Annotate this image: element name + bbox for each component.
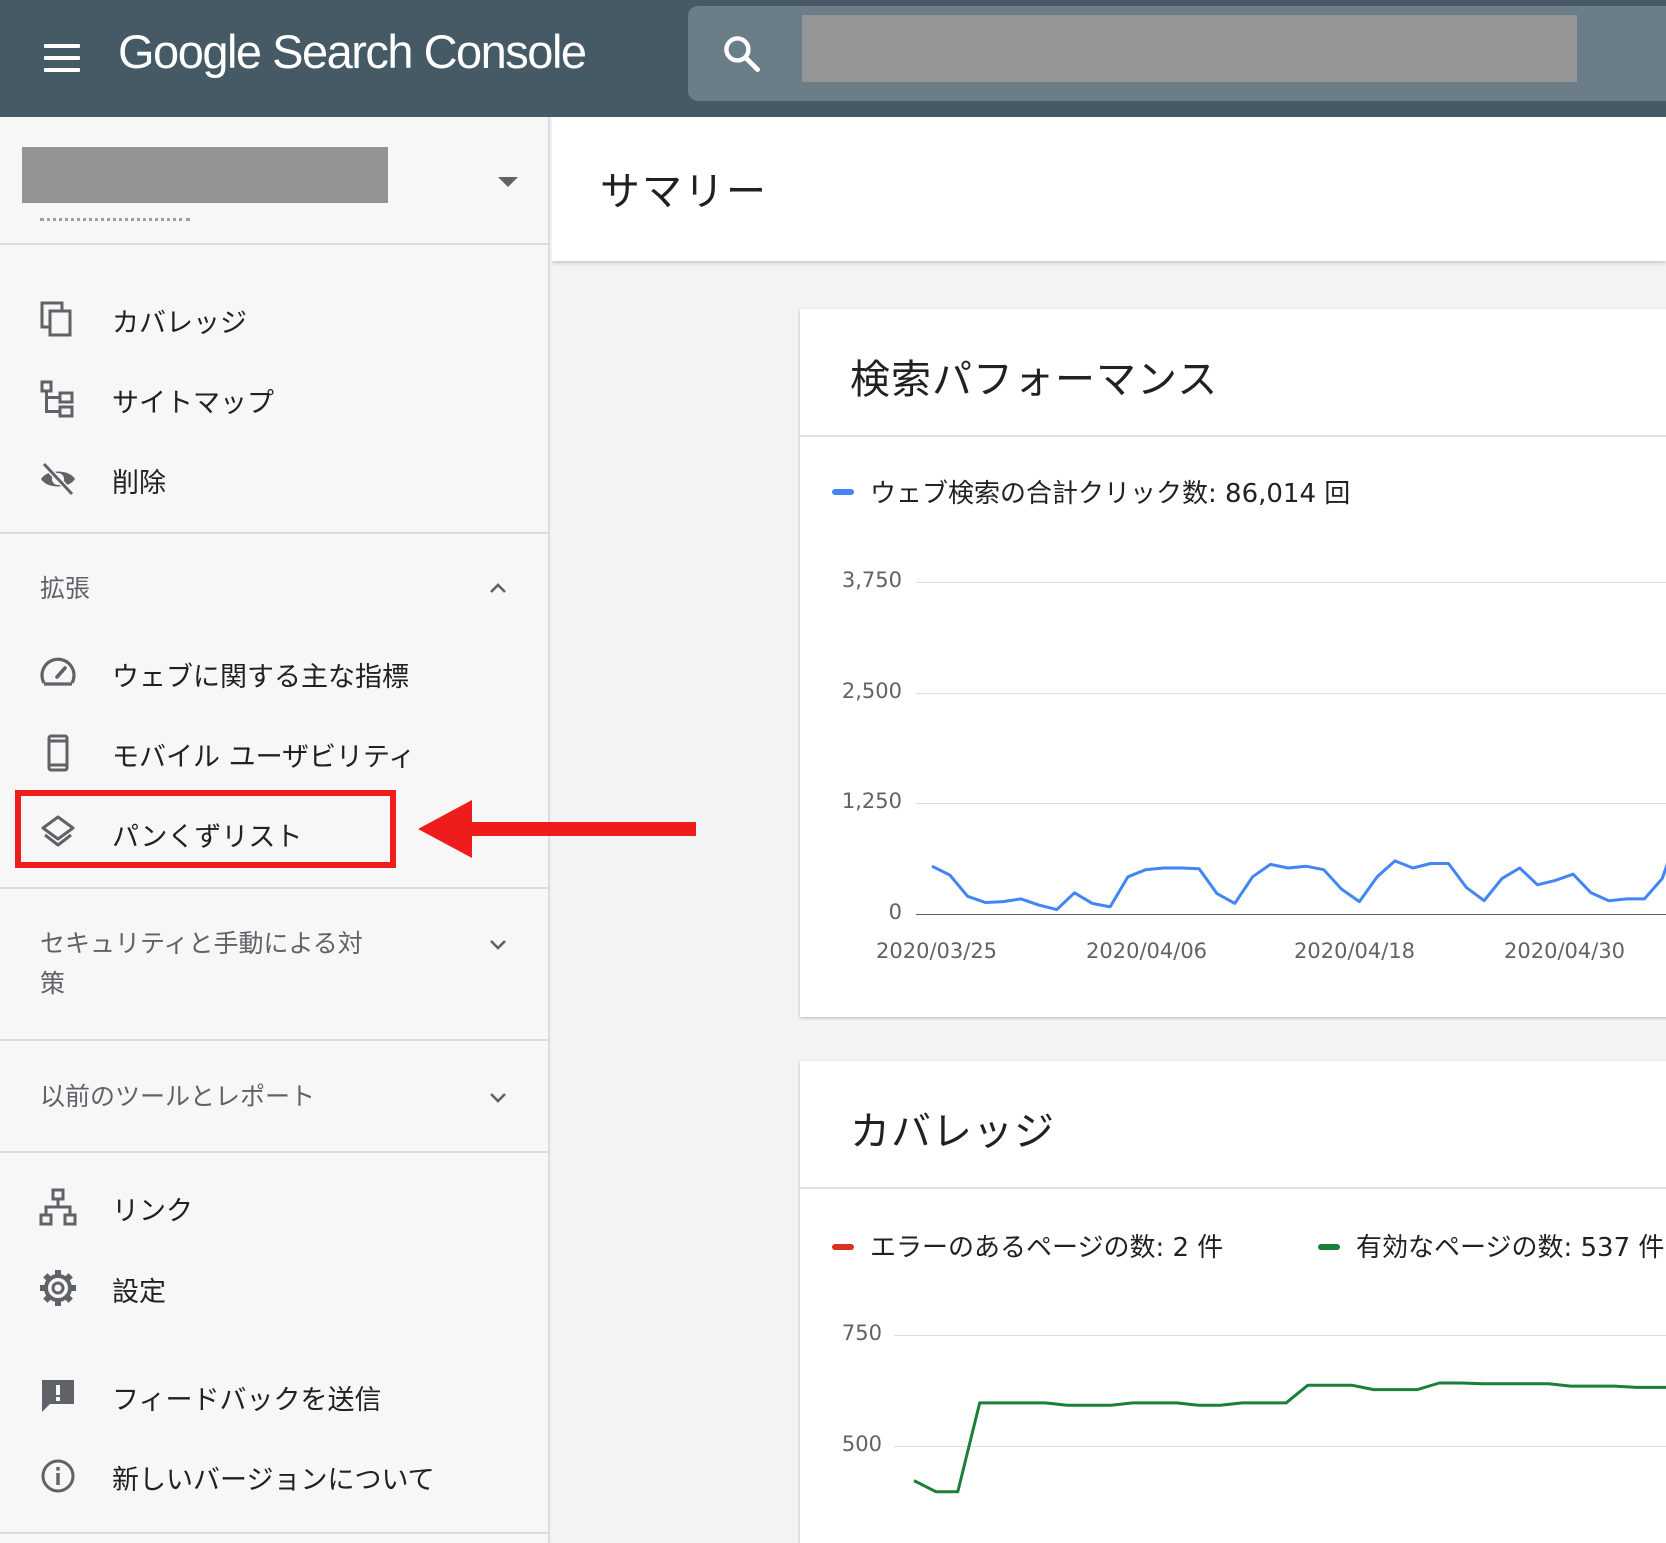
sidebar-item-label: 新しいバージョンについて [112,1465,435,1496]
coverage-card[interactable]: カバレッジ エラーのあるページの数: 2 件 有効なページの数: 537 件 7… [800,1061,1666,1543]
divider [0,1532,548,1534]
divider [0,532,548,534]
dropdown-caret-icon[interactable] [498,177,518,187]
divider [0,1039,548,1041]
section-header-security[interactable]: セキュリティと手動による対 策 [0,912,548,1032]
section-header-legacy-tools[interactable]: 以前のツールとレポート [0,1065,548,1135]
speed-icon [40,657,76,686]
section-label: 拡張 [40,574,91,603]
sidebar-item-label: 設定 [112,1277,166,1308]
sidebar-item-mobile-usability[interactable]: モバイル ユーザビリティ [0,717,548,789]
mobile-icon [47,734,69,772]
sidebar-item-settings[interactable]: 設定 [0,1252,548,1324]
sidebar-item-core-web-vitals[interactable]: ウェブに関する主な指標 [0,637,548,709]
clicks-chart[interactable] [800,309,1666,1017]
sidebar-item-removals[interactable]: 削除 [0,443,548,515]
section-header-enhancements[interactable]: 拡張 [0,557,548,627]
sitemap-icon [40,380,74,418]
app-title[interactable]: Google Search Console [118,24,587,79]
divider [0,1151,548,1153]
performance-card[interactable]: 検索パフォーマンス ウェブ検索の合計クリック数: 86,014 回 3,750 … [800,309,1666,1017]
section-label: セキュリティと手動による対 [40,929,363,958]
chevron-down-icon[interactable] [486,1085,510,1109]
sidebar-item-about-new-version[interactable]: 新しいバージョンについて [0,1440,548,1512]
scrolled-off-label [40,215,200,229]
sidebar-item-label: ウェブに関する主な指標 [112,662,409,693]
search-input-redacted[interactable] [802,15,1577,82]
clicks-series-line [931,859,1666,912]
divider [0,887,548,889]
sidebar-item-label: サイトマップ [112,388,274,419]
top-app-bar: Google Search Console [0,0,1666,117]
sidebar-item-sitemaps[interactable]: サイトマップ [0,363,548,435]
sidebar-item-links[interactable]: リンク [0,1171,548,1243]
property-selector[interactable] [0,117,548,245]
chevron-up-icon[interactable] [486,577,510,601]
feedback-icon [42,1380,74,1412]
chevron-down-icon[interactable] [486,932,510,956]
coverage-chart[interactable] [800,1061,1666,1543]
page-title: サマリー [600,169,768,215]
menu-icon[interactable] [38,34,86,82]
sidebar-item-label: 削除 [112,468,166,499]
valid-pages-series-line [913,1381,1666,1494]
sidebar-item-label: カバレッジ [112,308,247,339]
sidebar-item-feedback[interactable]: フィードバックを送信 [0,1360,548,1432]
coverage-icon [40,301,72,337]
removals-icon [41,461,75,497]
page-header: サマリー [552,117,1666,261]
section-label: 以前のツールとレポート [40,1082,316,1111]
search-icon[interactable] [720,32,764,76]
sidebar-item-label: リンク [112,1196,193,1227]
links-icon [39,1188,77,1226]
sidebar-item-label: フィードバックを送信 [112,1385,382,1416]
info-icon [41,1459,75,1493]
sidebar-item-coverage[interactable]: カバレッジ [0,283,548,355]
settings-icon [40,1270,76,1306]
annotation-highlight-box [15,790,396,868]
main-content: サマリー 検索パフォーマンス ウェブ検索の合計クリック数: 86,014 回 3… [552,117,1666,1543]
sidebar-item-label: モバイル ユーザビリティ [112,742,416,773]
section-label: 策 [40,969,66,998]
search-bar[interactable] [688,6,1666,101]
property-name-redacted [22,147,388,203]
